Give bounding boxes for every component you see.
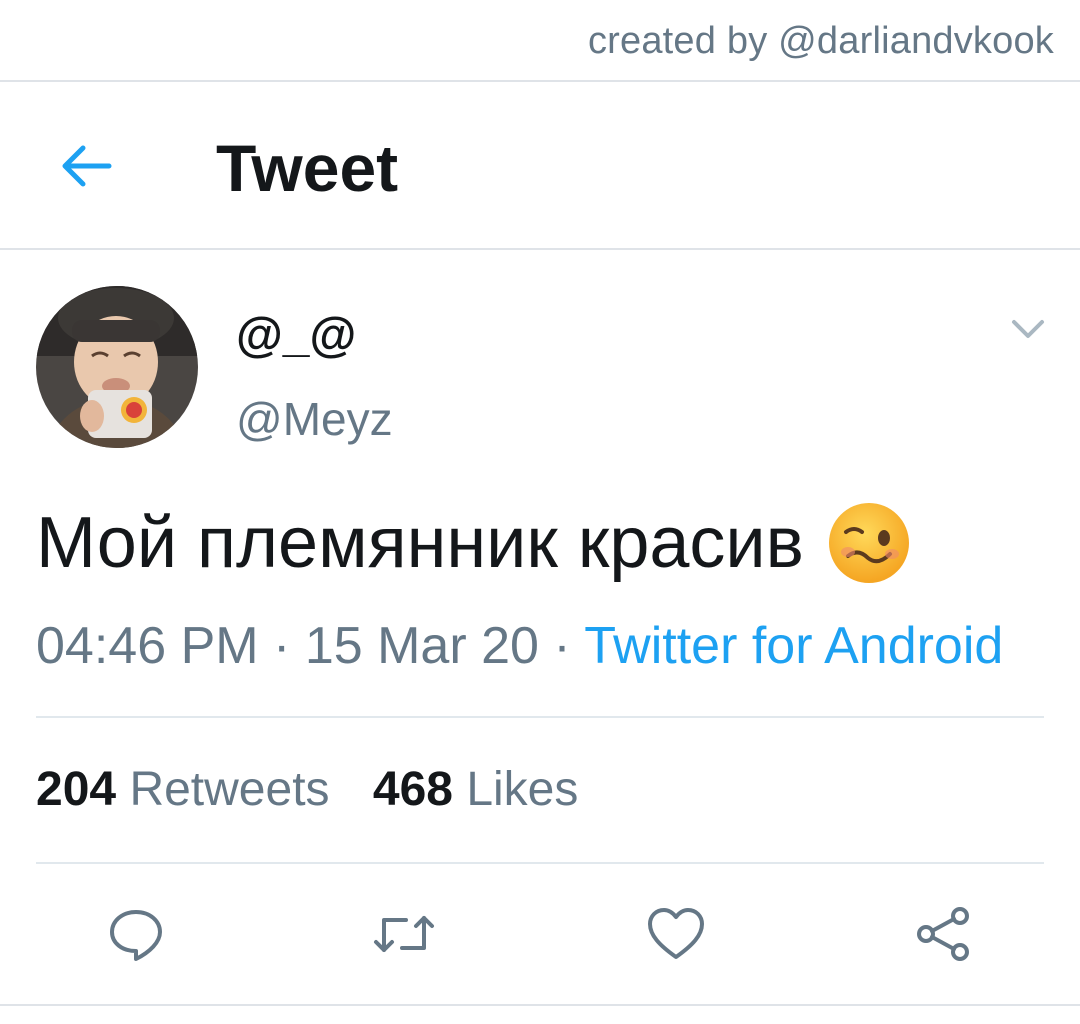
retweets-stat[interactable]: 204 Retweets	[36, 763, 343, 816]
tweet-body: Мой племянник красив	[36, 500, 912, 586]
tweet-stats: 204 Retweets 468 Likes	[36, 762, 578, 817]
retweet-icon	[374, 916, 434, 952]
retweet-button[interactable]	[366, 896, 442, 972]
watermark-bar: created by @darliandvkook	[0, 0, 1080, 82]
user-handle[interactable]: @Meyz	[236, 392, 393, 446]
like-button[interactable]	[638, 896, 714, 972]
divider	[36, 862, 1044, 864]
tweet-date: 15 Mar 20	[304, 617, 539, 675]
tweet-meta: 04:46 PM · 15 Mar 20 · Twitter for Andro…	[36, 616, 1003, 676]
avatar[interactable]	[36, 286, 198, 448]
meta-separator: ·	[273, 617, 291, 675]
watermark-text: created by @darliandvkook	[587, 20, 1054, 62]
likes-stat[interactable]: 468 Likes	[373, 763, 579, 816]
meta-separator: ·	[553, 617, 571, 675]
likes-label: Likes	[466, 763, 579, 816]
share-button[interactable]	[906, 896, 982, 972]
back-button[interactable]	[50, 134, 120, 198]
tweet-actions	[0, 896, 1080, 972]
top-bar: Tweet	[0, 82, 1080, 250]
page-title: Tweet	[216, 131, 399, 205]
divider	[0, 1004, 1080, 1006]
tweet-source-link[interactable]: Twitter for Android	[584, 617, 1003, 675]
arrow-left-icon	[62, 145, 112, 187]
share-icon	[917, 907, 969, 961]
chevron-down-icon	[1012, 320, 1044, 338]
tweet-text: Мой племянник красив	[36, 503, 804, 583]
woozy-face-icon	[828, 503, 909, 583]
avatar-image	[36, 286, 198, 448]
likes-count: 468	[372, 763, 453, 816]
retweets-count: 204	[36, 763, 117, 816]
reply-icon	[110, 910, 162, 961]
divider	[36, 716, 1044, 718]
retweets-label: Retweets	[129, 763, 330, 816]
tweet-time: 04:46 PM	[36, 617, 259, 675]
display-name[interactable]: @_@	[236, 308, 356, 363]
like-icon	[648, 908, 704, 959]
reply-button[interactable]	[98, 896, 174, 972]
tweet-options-button[interactable]	[1006, 308, 1050, 352]
